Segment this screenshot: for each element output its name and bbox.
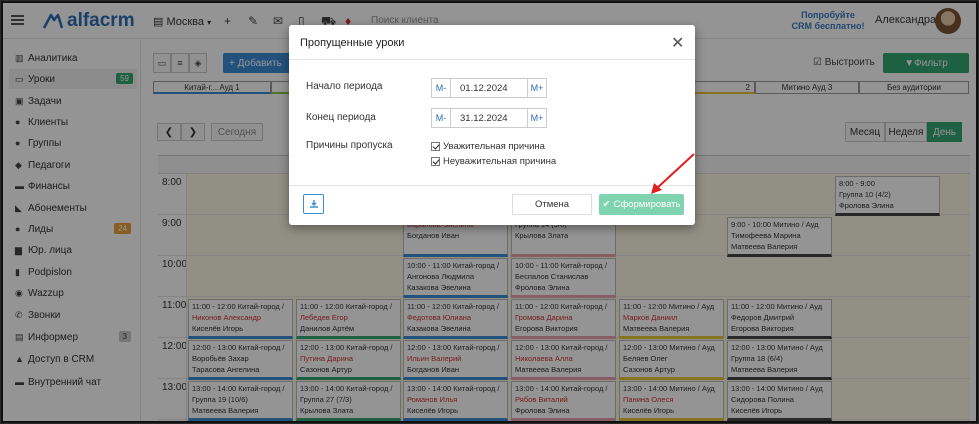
download-button[interactable] (303, 194, 324, 214)
cancel-button[interactable]: Отмена (512, 194, 592, 215)
generate-label: Сформировать (613, 199, 681, 210)
checkbox-checked-icon (431, 157, 440, 166)
generate-button[interactable]: ✔ Сформировать (599, 194, 684, 215)
download-icon (309, 200, 318, 208)
start-month-plus-button[interactable]: М+ (527, 78, 547, 98)
start-period-field: М- 01.12.2024 М+ (431, 78, 547, 98)
end-month-plus-button[interactable]: М+ (527, 108, 547, 128)
end-period-field: М- 31.12.2024 М+ (431, 108, 547, 128)
end-month-minus-button[interactable]: М- (431, 108, 451, 128)
annotation-arrow-icon (651, 153, 695, 194)
reason-invalid-checkbox[interactable]: Неуважительная причина (431, 156, 556, 167)
end-period-label: Конец периода (306, 112, 376, 123)
end-date-input[interactable]: 31.12.2024 (451, 108, 527, 128)
start-period-label: Начало периода (306, 81, 383, 92)
reason-valid-checkbox[interactable]: Уважительная причина (431, 141, 545, 152)
dialog-title: Пропущенные уроки (300, 37, 405, 49)
close-icon[interactable]: ✕ (671, 33, 684, 53)
divider (289, 59, 695, 60)
reason-valid-label: Уважительная причина (443, 141, 545, 152)
divider (289, 185, 695, 186)
app-window: alfacrm ▤ Москва ▾ + ✎ ✉ ▯ ⛟ ♦ Поиск кли… (1, 1, 978, 423)
reason-invalid-label: Неуважительная причина (443, 156, 557, 167)
check-icon: ✔ (602, 199, 611, 210)
start-date-input[interactable]: 01.12.2024 (451, 78, 527, 98)
checkbox-checked-icon (431, 142, 440, 151)
reasons-label: Причины пропуска (306, 140, 393, 151)
missed-lessons-dialog: Пропущенные уроки ✕ Начало периода М- 01… (289, 25, 695, 225)
start-month-minus-button[interactable]: М- (431, 78, 451, 98)
